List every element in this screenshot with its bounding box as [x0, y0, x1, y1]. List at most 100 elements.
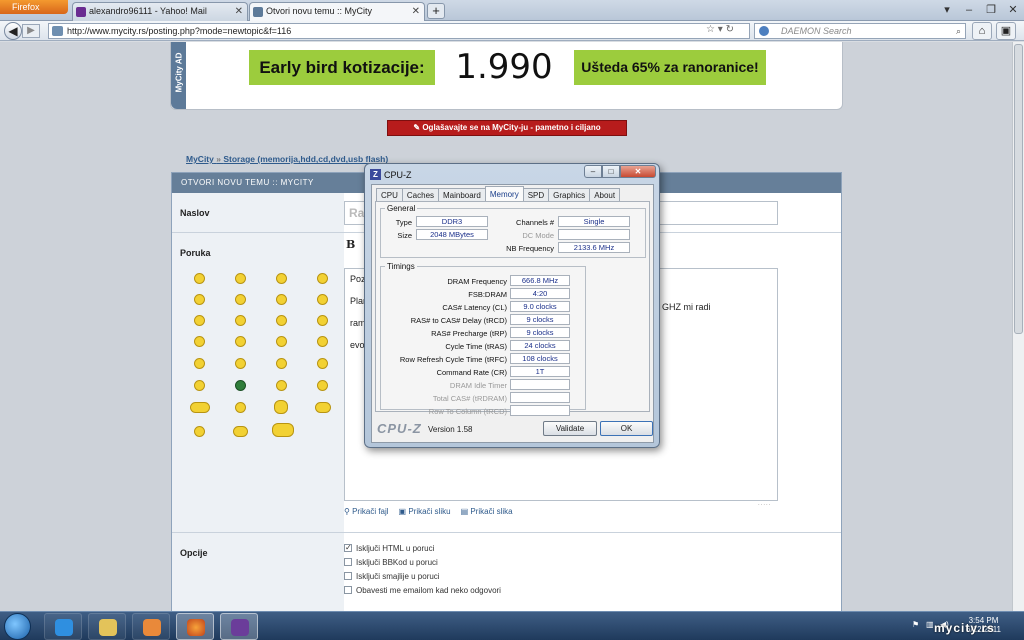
- breadcrumb-home[interactable]: MyCity: [186, 154, 214, 164]
- smiley-icon[interactable]: [235, 336, 246, 347]
- tab-about[interactable]: About: [589, 188, 621, 202]
- close-tab-icon[interactable]: ✕: [412, 3, 420, 20]
- nbfreq-label: NB Frequency: [506, 244, 554, 253]
- group-smiley-icon[interactable]: [272, 423, 294, 437]
- restore-icon[interactable]: ❐: [980, 0, 1002, 21]
- search-bar[interactable]: DAEMON Search ⌕: [754, 23, 966, 39]
- wave-smiley-icon[interactable]: [190, 402, 210, 413]
- tab-caches[interactable]: Caches: [401, 188, 440, 202]
- alien-icon[interactable]: [235, 380, 246, 391]
- back-button[interactable]: ◀: [4, 22, 22, 40]
- idea-icon[interactable]: [276, 358, 287, 369]
- validate-button[interactable]: Validate: [543, 421, 597, 436]
- new-tab-button[interactable]: +: [427, 3, 445, 19]
- breadcrumb-forum[interactable]: Storage (memorija,hdd,cd,dvd,usb flash): [223, 154, 388, 164]
- attach-gallery-label: Prikači slika: [470, 507, 513, 516]
- maximize-icon[interactable]: □: [602, 165, 620, 178]
- tab-mycity[interactable]: Otvori novu temu :: MyCity ✕: [249, 2, 425, 22]
- attach-image-link[interactable]: ▣ Prikači sliku: [399, 507, 451, 516]
- resize-grip-icon[interactable]: .....: [758, 497, 771, 512]
- network-icon[interactable]: ▥: [926, 620, 934, 629]
- addons-icon[interactable]: ▣: [996, 22, 1016, 40]
- checkbox[interactable]: [344, 586, 352, 594]
- checkbox[interactable]: [344, 558, 352, 566]
- taskbar-media-player[interactable]: [132, 613, 170, 640]
- smiley-icon[interactable]: [194, 336, 205, 347]
- taskbar-explorer[interactable]: [88, 613, 126, 640]
- close-tab-icon[interactable]: ✕: [235, 3, 243, 20]
- smiley-icon[interactable]: [317, 380, 328, 391]
- search-icon[interactable]: ⌕: [956, 24, 961, 38]
- url-bar[interactable]: http://www.mycity.rs/posting.php?mode=ne…: [48, 23, 750, 39]
- list-tabs-icon[interactable]: ▾: [936, 0, 958, 21]
- ad-banner[interactable]: Early bird kotizacije: 1.990 Ušteda 65% …: [249, 48, 766, 87]
- firefox-menu-button[interactable]: Firefox: [0, 0, 68, 14]
- scrollbar-thumb[interactable]: [1014, 44, 1023, 334]
- tab-spd[interactable]: SPD: [522, 188, 550, 202]
- close-icon[interactable]: ✕: [620, 165, 656, 178]
- arrow-icon[interactable]: [317, 358, 328, 369]
- smiley-icon[interactable]: [235, 315, 246, 326]
- attach-file-link[interactable]: ⚲ Prikači fajl: [344, 507, 389, 516]
- question-icon[interactable]: [235, 358, 246, 369]
- back-forward-group: ◀ ▶: [4, 22, 44, 40]
- bold-button[interactable]: B: [346, 238, 355, 251]
- angry-smiley-icon[interactable]: [233, 426, 248, 437]
- dropdown-icon[interactable]: ▾: [718, 24, 723, 35]
- smiley-icon[interactable]: [276, 294, 287, 305]
- bookmark-star-icon[interactable]: ☆: [706, 24, 715, 35]
- option-notify-email[interactable]: Obavesti me emailom kad neko odgovori: [344, 583, 774, 597]
- close-window-icon[interactable]: ✕: [1002, 0, 1024, 21]
- title-label: Naslov: [172, 193, 344, 232]
- smiley-icon[interactable]: [276, 273, 287, 284]
- taskbar-ie[interactable]: [44, 613, 82, 640]
- home-icon[interactable]: ⌂: [972, 22, 992, 40]
- timing-value: 666.8 MHz: [510, 275, 570, 286]
- minimize-icon[interactable]: –: [958, 0, 980, 21]
- page-scrollbar[interactable]: [1012, 42, 1024, 611]
- forward-button[interactable]: ▶: [22, 24, 40, 38]
- exclamation-icon[interactable]: [194, 358, 205, 369]
- smiley-icon[interactable]: [235, 294, 246, 305]
- tab-memory[interactable]: Memory: [484, 186, 524, 202]
- smiley-icon[interactable]: [317, 315, 328, 326]
- option-disable-html[interactable]: ✓ Isključi HTML u poruci: [344, 541, 774, 555]
- smiley-icon[interactable]: [317, 294, 328, 305]
- smiley-icon[interactable]: [276, 315, 287, 326]
- smiley-icon[interactable]: [276, 380, 287, 391]
- sunglasses-smiley-icon[interactable]: [194, 426, 205, 437]
- tab-cpu[interactable]: CPU: [376, 188, 403, 202]
- minimize-icon[interactable]: –: [584, 165, 602, 178]
- checkbox[interactable]: ✓: [344, 544, 352, 552]
- kiss-smiley-icon[interactable]: [235, 402, 246, 413]
- smiley-icon[interactable]: [317, 336, 328, 347]
- reload-icon[interactable]: ↻: [726, 24, 734, 35]
- smiley-icon[interactable]: [194, 273, 205, 284]
- hug-smiley-icon[interactable]: [315, 402, 331, 413]
- option-disable-bbcode[interactable]: Isključi BBKod u poruci: [344, 555, 774, 569]
- cpuz-titlebar[interactable]: Z CPU-Z: [370, 167, 412, 183]
- smiley-icon[interactable]: [317, 273, 328, 284]
- ok-button[interactable]: OK: [600, 421, 653, 436]
- search-engine-icon[interactable]: [759, 26, 769, 36]
- taskbar-firefox[interactable]: [176, 613, 214, 640]
- tab-yahoo-mail[interactable]: alexandro96111 - Yahoo! Mail ✕: [72, 2, 248, 21]
- smiley-icon[interactable]: [235, 273, 246, 284]
- checkbox[interactable]: [344, 572, 352, 580]
- site-identity-icon[interactable]: [52, 26, 63, 36]
- tab-mainboard[interactable]: Mainboard: [438, 188, 486, 202]
- smiley-icon[interactable]: [194, 380, 205, 391]
- smiley-icon[interactable]: [276, 336, 287, 347]
- attach-gallery-link[interactable]: ▤ Prikači slika: [461, 507, 513, 516]
- advertise-link[interactable]: ✎ Oglašavajte se na MyCity-ju - pametno …: [387, 120, 627, 136]
- smiley-icon[interactable]: [194, 294, 205, 305]
- smiley-icon[interactable]: [274, 400, 288, 414]
- tab-graphics[interactable]: Graphics: [548, 188, 591, 202]
- smiley-icon[interactable]: [194, 315, 205, 326]
- ad-side-label: MyCity AD: [174, 52, 184, 93]
- options-label: Opcije: [172, 533, 344, 611]
- flag-icon[interactable]: ⚑: [912, 620, 919, 629]
- option-disable-smilies[interactable]: Isključi smajlije u poruci: [344, 569, 774, 583]
- start-button[interactable]: [4, 613, 31, 640]
- taskbar-cpuz[interactable]: [220, 613, 258, 640]
